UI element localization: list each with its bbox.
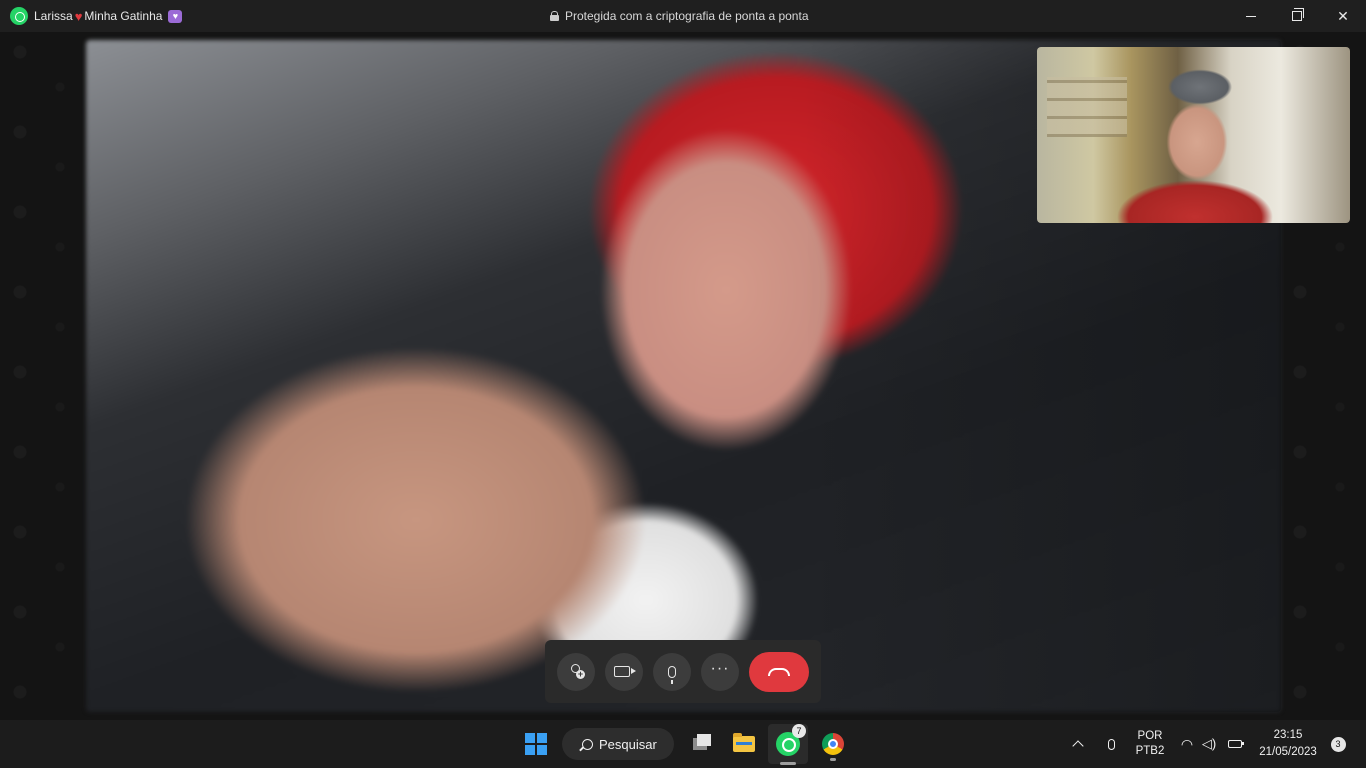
minimize-icon <box>1246 15 1256 17</box>
show-hidden-icons-button[interactable] <box>1072 720 1090 768</box>
video-camera-icon <box>614 666 636 677</box>
contact-name: Larissa <box>34 9 73 23</box>
close-icon: ✕ <box>1337 7 1349 24</box>
encryption-text: Protegida com a criptografia de ponta a … <box>565 9 809 23</box>
window-title: Larissa ♥ Minha Gatinha ♥ <box>10 0 183 32</box>
search-label: Pesquisar <box>599 736 657 752</box>
microphone-icon <box>668 665 676 684</box>
search-icon <box>582 738 593 750</box>
hang-up-icon <box>768 667 790 676</box>
speaker-icon: ◁) <box>1201 736 1217 751</box>
lock-icon <box>550 11 559 21</box>
battery-button[interactable] <box>1226 720 1244 768</box>
language-code: POR <box>1137 730 1163 742</box>
restore-icon <box>1292 8 1304 21</box>
add-participant-button[interactable] <box>557 652 595 691</box>
unread-badge: 7 <box>792 724 806 738</box>
restore-button[interactable] <box>1274 0 1320 32</box>
task-view-button[interactable] <box>684 724 718 764</box>
wifi-button[interactable]: ◠ <box>1178 720 1196 768</box>
red-heart-icon: ♥ <box>74 8 83 24</box>
self-video-preview[interactable] <box>1037 47 1350 223</box>
more-options-icon: ··· <box>710 659 730 677</box>
mic-toggle-button[interactable] <box>653 652 691 691</box>
contact-nickname: Minha Gatinha <box>84 9 163 23</box>
running-indicator <box>830 758 836 761</box>
whatsapp-taskbar-button[interactable]: 7 <box>768 724 808 765</box>
mic-in-use-indicator[interactable] <box>1104 720 1118 768</box>
chrome-icon <box>822 733 844 755</box>
purple-heart-icon: ♥ <box>168 9 183 23</box>
title-bar: Larissa ♥ Minha Gatinha ♥ Protegida com … <box>0 0 1366 32</box>
clock-date: 21/05/2023 <box>1259 746 1317 758</box>
add-person-icon <box>568 663 585 680</box>
call-controls: ··· <box>545 640 821 703</box>
notification-center-button[interactable]: 3 <box>1330 720 1346 768</box>
folder-icon <box>733 733 755 752</box>
volume-button[interactable]: ◁) <box>1200 720 1218 768</box>
minimize-button[interactable] <box>1228 0 1274 32</box>
wifi-icon: ◠ <box>1180 735 1194 752</box>
input-language-button[interactable]: POR PTB2 <box>1128 720 1172 768</box>
more-options-button[interactable]: ··· <box>701 652 739 691</box>
camera-toggle-button[interactable] <box>605 652 643 691</box>
call-area: ··· <box>0 32 1366 720</box>
chrome-taskbar-button[interactable] <box>813 724 853 764</box>
keyboard-layout: PTB2 <box>1135 745 1165 757</box>
encryption-notice: Protegida com a criptografia de ponta a … <box>550 0 809 32</box>
battery-icon <box>1228 740 1244 748</box>
notification-count-badge: 3 <box>1330 736 1346 752</box>
windows-icon <box>525 733 547 755</box>
whatsapp-icon <box>10 7 28 25</box>
clock-time: 23:15 <box>1273 729 1303 741</box>
end-call-button[interactable] <box>749 651 809 692</box>
file-explorer-button[interactable] <box>727 724 761 764</box>
close-button[interactable]: ✕ <box>1320 0 1366 32</box>
contact-title: Larissa ♥ Minha Gatinha ♥ <box>34 8 183 24</box>
active-indicator <box>780 762 796 765</box>
microphone-icon <box>1107 738 1115 750</box>
chevron-up-icon <box>1072 740 1084 752</box>
taskbar: Pesquisar 7 POR PTB2 ◠ ◁) 23:15 21/05/20… <box>0 720 1366 768</box>
start-button[interactable] <box>518 724 554 764</box>
clock[interactable]: 23:15 21/05/2023 <box>1252 720 1324 768</box>
taskbar-search[interactable]: Pesquisar <box>562 728 674 760</box>
